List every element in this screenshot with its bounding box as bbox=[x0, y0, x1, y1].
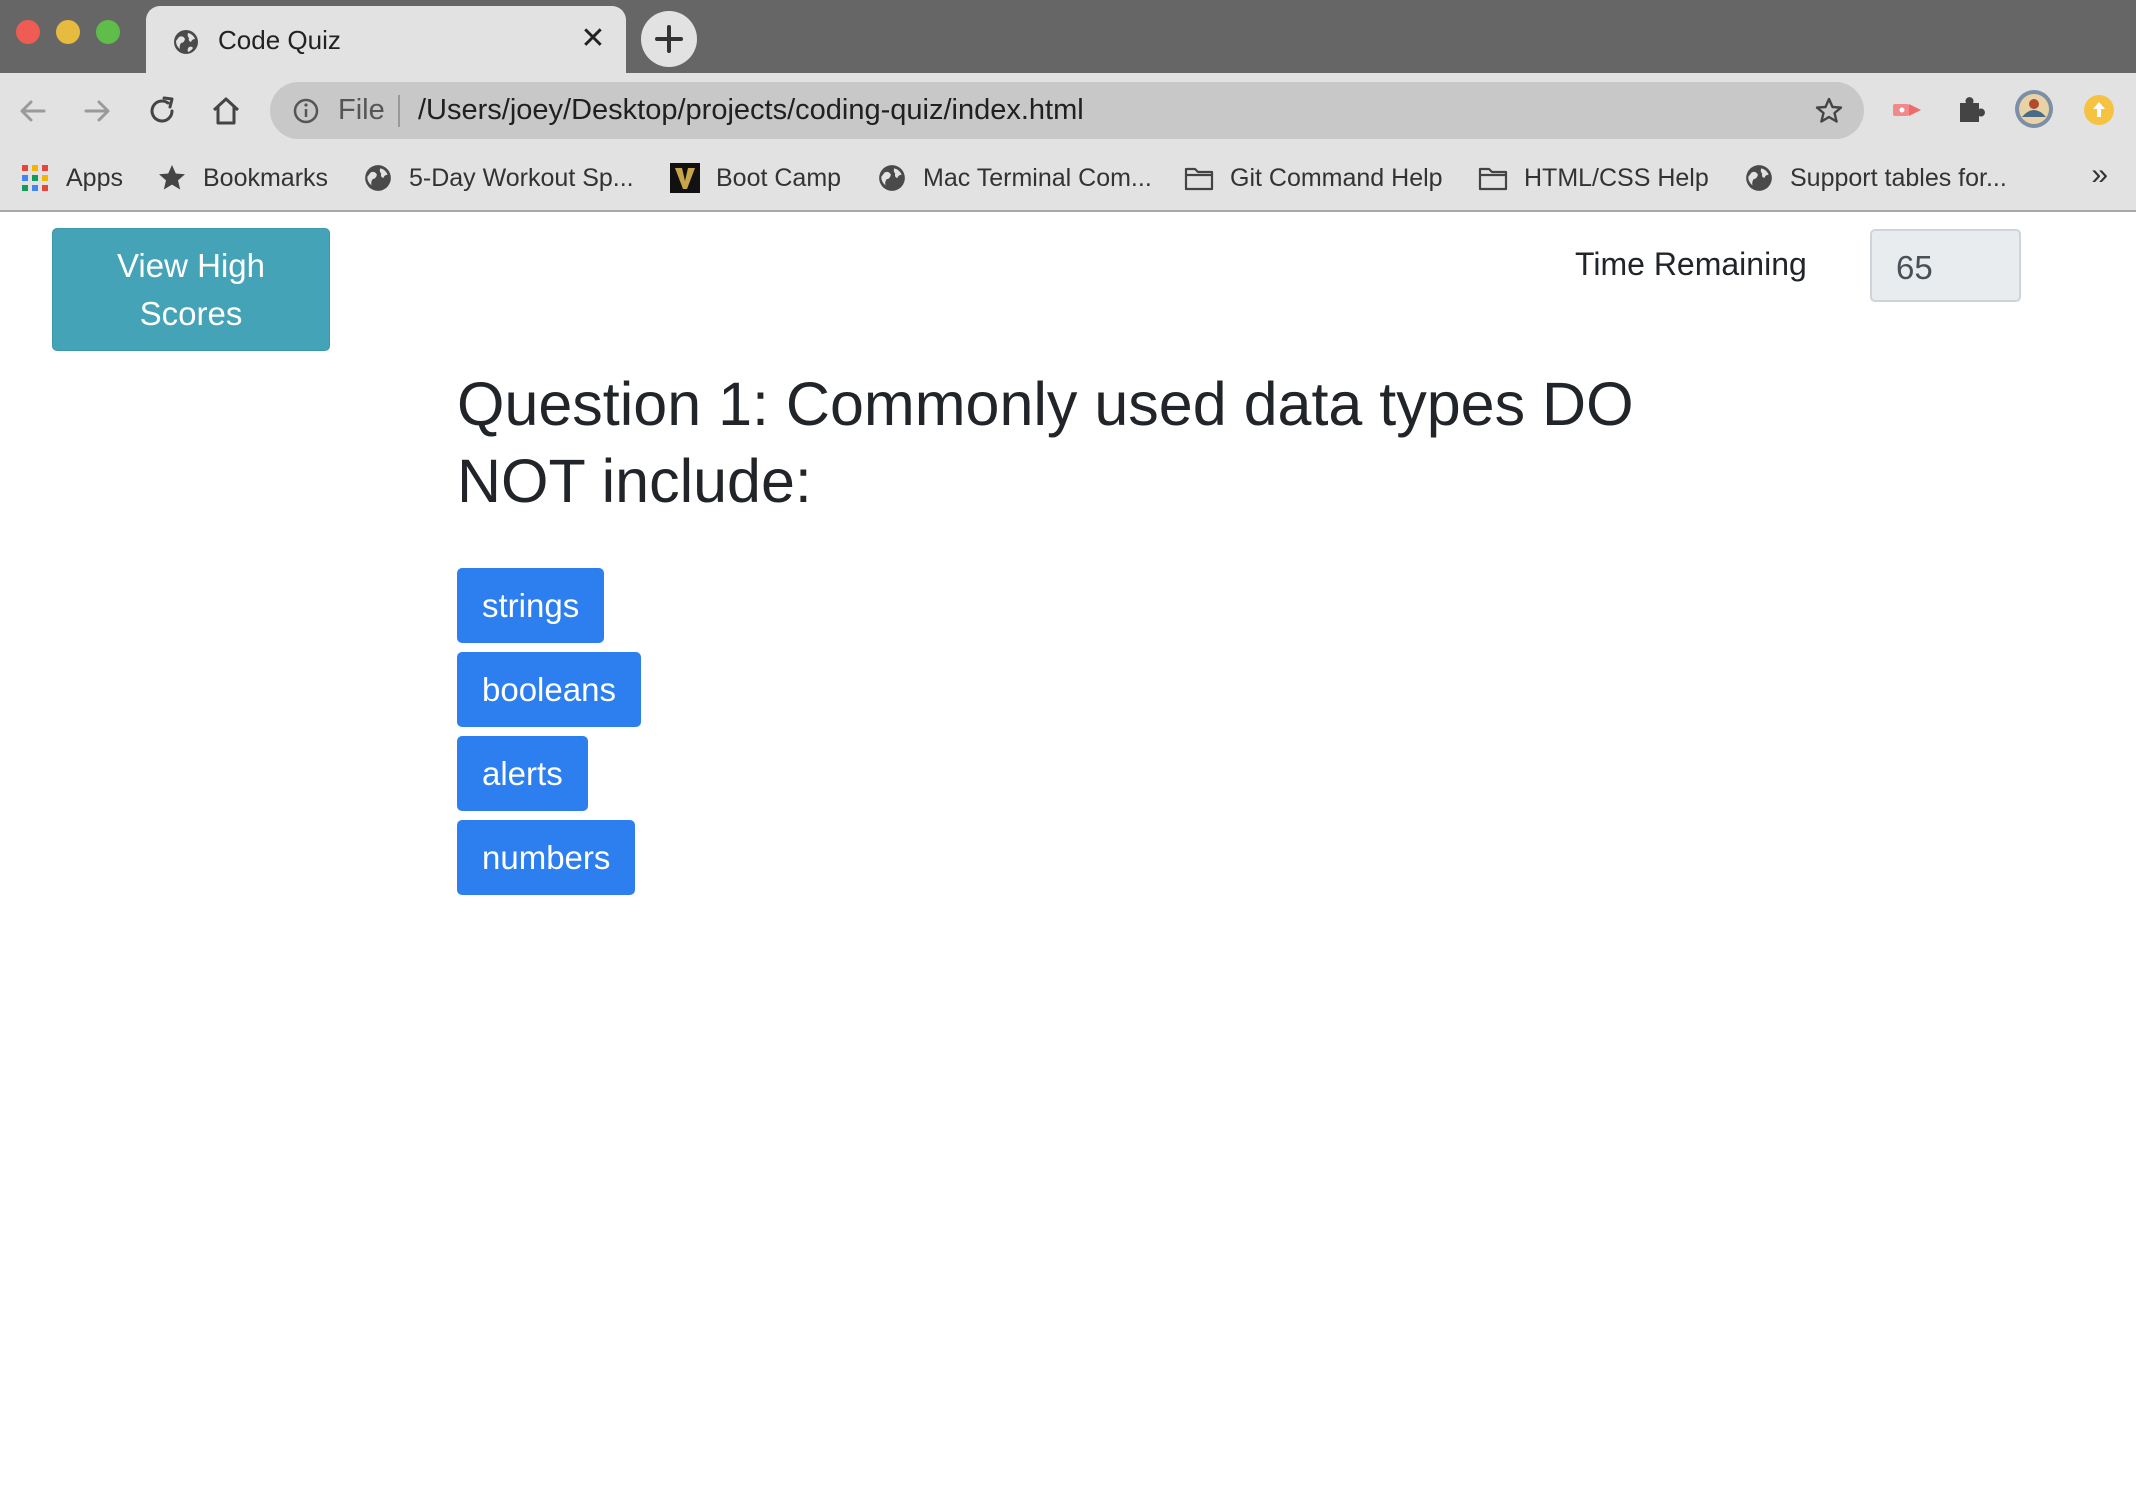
update-indicator-icon[interactable] bbox=[2082, 93, 2116, 127]
minimize-window-button[interactable] bbox=[56, 20, 80, 44]
address-scheme: File bbox=[338, 94, 385, 126]
browser-tab[interactable]: Code Quiz ✕ bbox=[146, 6, 626, 73]
apps-grid-icon bbox=[22, 165, 48, 191]
answer-button-booleans[interactable]: booleans bbox=[457, 652, 641, 727]
close-window-button[interactable] bbox=[16, 20, 40, 44]
bookmark-star-icon[interactable] bbox=[1814, 96, 1844, 126]
answer-list: strings booleans alerts numbers bbox=[457, 568, 641, 904]
globe-icon bbox=[365, 165, 391, 191]
answer-button-alerts[interactable]: alerts bbox=[457, 736, 588, 811]
bookmark-label: Bookmarks bbox=[203, 163, 329, 192]
bookmark-support-tables[interactable]: Support tables for... bbox=[1744, 160, 2007, 196]
profile-avatar-icon[interactable] bbox=[2014, 89, 2054, 129]
bookmark-label: Boot Camp bbox=[716, 163, 842, 192]
close-tab-icon[interactable]: ✕ bbox=[578, 24, 608, 54]
bookmarks-bar: Apps Bookmarks 5-Day Workout Sp... Boot … bbox=[0, 148, 2136, 212]
bookmark-html-css-help[interactable]: HTML/CSS Help bbox=[1478, 160, 1709, 196]
bookmark-boot-camp[interactable]: Boot Camp bbox=[670, 160, 841, 196]
star-icon bbox=[159, 165, 185, 190]
globe-icon bbox=[1746, 165, 1772, 191]
time-remaining-label: Time Remaining bbox=[1575, 246, 1807, 282]
answer-button-numbers[interactable]: numbers bbox=[457, 820, 636, 895]
plus-icon bbox=[655, 25, 683, 53]
bookmark-git-command-help[interactable]: Git Command Help bbox=[1184, 160, 1443, 196]
view-high-scores-button[interactable]: View High Scores bbox=[52, 228, 330, 351]
back-arrow-icon[interactable] bbox=[16, 94, 50, 128]
maximize-window-button[interactable] bbox=[96, 20, 120, 44]
address-bar[interactable]: File /Users/joey/Desktop/projects/coding… bbox=[270, 82, 1864, 139]
forward-arrow-icon[interactable] bbox=[80, 94, 114, 128]
bookmark-label: HTML/CSS Help bbox=[1524, 163, 1709, 192]
bookmarks-overflow-chevron-icon[interactable]: » bbox=[2091, 158, 2108, 192]
bookmark-label: Mac Terminal Com... bbox=[923, 163, 1152, 192]
bookmark-bookmarks[interactable]: Bookmarks bbox=[157, 160, 328, 196]
question-text: Question 1: Commonly used data types DO … bbox=[457, 370, 1634, 515]
reload-icon[interactable] bbox=[145, 94, 179, 128]
browser-toolbar: File /Users/joey/Desktop/projects/coding… bbox=[0, 73, 2136, 148]
bookmark-apps[interactable]: Apps bbox=[20, 160, 123, 196]
bookmark-mac-terminal[interactable]: Mac Terminal Com... bbox=[877, 160, 1152, 196]
home-icon[interactable] bbox=[209, 94, 243, 128]
address-separator bbox=[398, 95, 400, 127]
screencast-extension-icon[interactable] bbox=[1890, 93, 1924, 127]
folder-icon bbox=[1184, 167, 1214, 191]
bookmark-label: 5-Day Workout Sp... bbox=[409, 163, 634, 192]
bookmark-label: Git Command Help bbox=[1230, 163, 1443, 192]
vanderbilt-v-icon bbox=[670, 163, 700, 193]
globe-icon bbox=[879, 165, 905, 191]
browser-titlebar: Code Quiz ✕ bbox=[0, 0, 2136, 73]
info-icon[interactable] bbox=[292, 97, 320, 125]
address-url[interactable]: /Users/joey/Desktop/projects/coding-quiz… bbox=[418, 94, 1084, 127]
answer-button-strings[interactable]: strings bbox=[457, 568, 605, 643]
time-remaining-value: 65 bbox=[1870, 229, 2021, 302]
bookmark-workout[interactable]: 5-Day Workout Sp... bbox=[363, 160, 634, 196]
tab-title: Code Quiz bbox=[218, 25, 341, 55]
globe-icon bbox=[174, 30, 198, 54]
bookmark-label: Support tables for... bbox=[1790, 163, 2007, 192]
new-tab-button[interactable] bbox=[641, 11, 697, 67]
extensions-puzzle-icon[interactable] bbox=[1954, 93, 1988, 127]
folder-icon bbox=[1478, 167, 1508, 191]
bookmark-label: Apps bbox=[66, 163, 123, 192]
